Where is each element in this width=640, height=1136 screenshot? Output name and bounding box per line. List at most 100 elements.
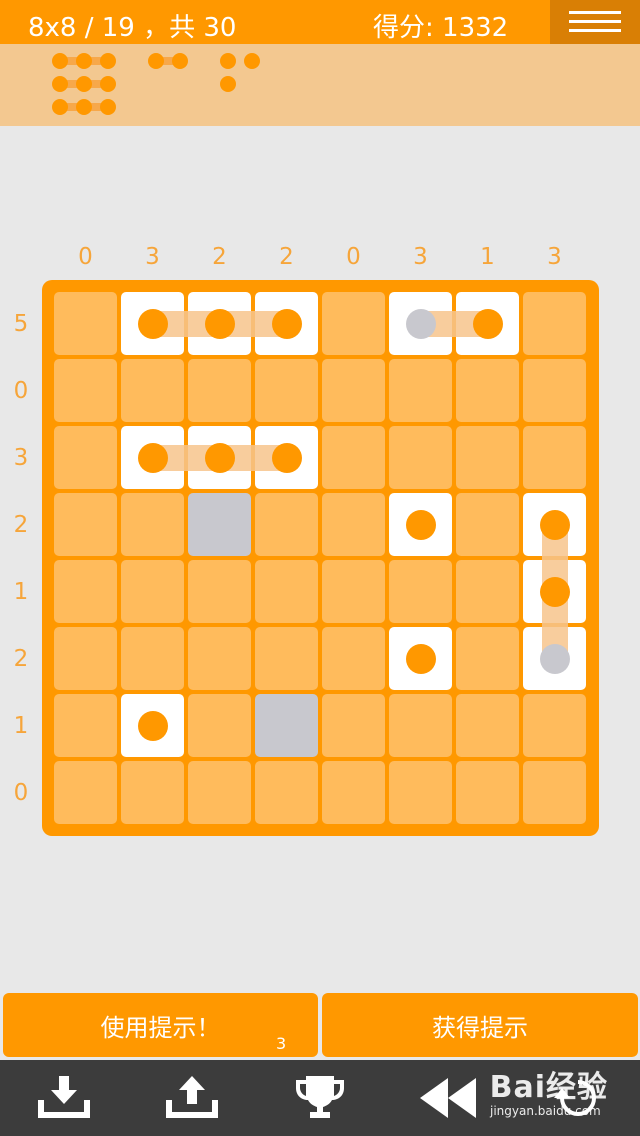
get-hints-label: 获得提示 [432,1013,528,1042]
grid-cell[interactable] [255,627,318,690]
grid-cell[interactable] [255,359,318,422]
grid-cell[interactable] [255,761,318,824]
ship-dot [204,308,235,339]
grid-cell[interactable] [389,694,452,757]
use-hint-label: 使用提示！ [100,1013,221,1042]
water-cell[interactable] [255,694,318,757]
legend-dot [148,53,164,69]
rewind-icon[interactable] [418,1074,478,1122]
ship-dot [539,509,570,540]
grid-cell[interactable] [456,359,519,422]
grid-cell[interactable] [456,493,519,556]
grid-cell[interactable] [188,694,251,757]
grid-cell[interactable] [389,761,452,824]
trophy-icon[interactable] [290,1074,350,1122]
ship-dot-grey [405,308,436,339]
row-clue: 1 [13,712,29,739]
ship-dot [137,442,168,473]
grid-cell[interactable] [188,359,251,422]
legend-dot [52,53,68,69]
grid-cell[interactable] [121,761,184,824]
row-clue: 0 [13,779,29,806]
watermark-url: jingyan.baidu.com [490,1104,601,1118]
grid-cell[interactable] [54,359,117,422]
grid-cell[interactable] [54,426,117,489]
column-clue: 2 [212,244,227,270]
legend-dot [172,53,188,69]
grid-cell[interactable] [322,292,385,355]
grid-cell[interactable] [121,627,184,690]
legend-dot [244,53,260,69]
grid-cell[interactable] [523,694,586,757]
grid-cell[interactable] [54,694,117,757]
grid-cell[interactable] [456,426,519,489]
use-hint-button[interactable]: 使用提示！ [3,993,318,1057]
row-clue: 1 [13,578,29,605]
grid-cell[interactable] [54,560,117,623]
grid-cell[interactable] [456,694,519,757]
grid-cell[interactable] [54,627,117,690]
level-indicator: 8x8 / 19 ，共 30 [28,13,237,43]
row-clue: 3 [13,444,29,471]
ship-legend-panel [0,44,640,126]
legend-dot [100,99,116,115]
grid-cell[interactable] [188,627,251,690]
grid-cell[interactable] [456,761,519,824]
grid-cell[interactable] [322,761,385,824]
row-clue: 2 [13,511,29,538]
grid-cell[interactable] [389,560,452,623]
grid-cell[interactable] [322,694,385,757]
grid-cell[interactable] [456,627,519,690]
column-clue: 0 [346,244,361,270]
grid-cell[interactable] [121,560,184,623]
grid-cell[interactable] [322,426,385,489]
grid-cell[interactable] [322,493,385,556]
legend-dot [220,76,236,92]
grid-cell[interactable] [54,292,117,355]
ship-dot [271,308,302,339]
grid-cell[interactable] [523,761,586,824]
grid-cell[interactable] [322,627,385,690]
column-clue: 0 [78,244,93,270]
column-clue: 3 [145,244,160,270]
download-icon[interactable] [34,1074,94,1122]
grid-cell[interactable] [523,359,586,422]
watermark-logo: Bai经验 [489,1070,608,1105]
get-hints-button[interactable]: 获得提示 [322,993,638,1057]
row-clue: 2 [13,645,29,672]
legend-dot [220,53,236,69]
legend-dot [100,76,116,92]
score-display: 得分: 1332 [373,13,509,43]
column-clue: 1 [480,244,495,270]
grid-cell[interactable] [121,359,184,422]
grid-cell[interactable] [188,560,251,623]
grid-cell[interactable] [389,359,452,422]
ship-dot [204,442,235,473]
row-clue: 5 [13,310,29,337]
ship-dot [472,308,503,339]
ship-dot [137,710,168,741]
water-cell[interactable] [188,493,251,556]
grid-cell[interactable] [322,560,385,623]
menu-button[interactable] [550,0,640,44]
grid-cell[interactable] [121,493,184,556]
upload-icon[interactable] [162,1074,222,1122]
grid-cell[interactable] [523,426,586,489]
grid-cell[interactable] [54,493,117,556]
puzzle-board [42,280,599,836]
legend-dot [76,53,92,69]
legend-dot [52,99,68,115]
grid-cell[interactable] [523,292,586,355]
grid-cell[interactable] [456,560,519,623]
ship-dot-grey [539,643,570,674]
grid-cell[interactable] [255,560,318,623]
grid-cell[interactable] [255,493,318,556]
grid-cell[interactable] [322,359,385,422]
menu-icon [569,11,621,14]
grid-cell[interactable] [389,426,452,489]
grid-cell[interactable] [188,761,251,824]
ship-dot [405,509,436,540]
column-clue: 3 [413,244,428,270]
ship-dot [539,576,570,607]
grid-cell[interactable] [54,761,117,824]
